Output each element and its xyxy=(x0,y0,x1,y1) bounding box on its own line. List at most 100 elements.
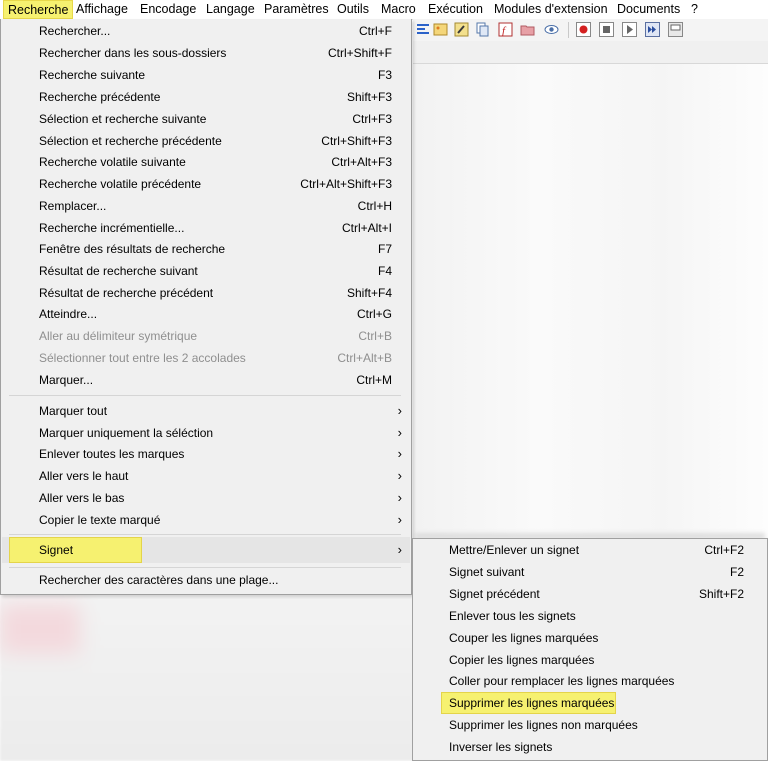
menu-item-recherche-volatile-suivante[interactable]: Recherche volatile suivante Ctrl+Alt+F3 xyxy=(2,151,410,173)
menu-item-shortcut: Ctrl+Alt+Shift+F3 xyxy=(300,177,392,191)
menu-item-resultat-precedent[interactable]: Résultat de recherche précédent Shift+F4 xyxy=(2,282,410,304)
menu-item-shortcut: Shift+F4 xyxy=(346,286,392,300)
save-macro-icon[interactable] xyxy=(668,22,683,37)
submenu-item-supprimer-lignes-marquees[interactable]: Supprimer les lignes marquées xyxy=(414,692,766,714)
menu-item-label: Aller vers le bas xyxy=(39,491,125,505)
tab-bar xyxy=(413,41,768,64)
pen-icon[interactable] xyxy=(454,22,469,37)
fast-forward-icon[interactable] xyxy=(645,22,660,37)
menu-item-shortcut: Ctrl+Alt+I xyxy=(341,221,392,235)
menu-item-delimiteur-symetrique: Aller au délimiteur symétrique Ctrl+B xyxy=(2,325,410,347)
menu-item-label: Signet précédent xyxy=(449,587,540,601)
folder-icon[interactable] xyxy=(520,22,535,37)
menu-item-label: Coller pour remplacer les lignes marquée… xyxy=(449,674,675,688)
menu-item-rechercher-plage[interactable]: Rechercher des caractères dans une plage… xyxy=(2,569,410,591)
chevron-right-icon: › xyxy=(397,542,402,557)
eye-icon[interactable] xyxy=(544,22,559,37)
menu-item-shortcut: Ctrl+Alt+F3 xyxy=(331,155,392,169)
chevron-right-icon: › xyxy=(397,490,402,505)
menu-execution[interactable]: Exécution xyxy=(428,0,483,19)
menu-item-label: Aller au délimiteur symétrique xyxy=(39,329,198,343)
menu-item-selection-recherche-suivante[interactable]: Sélection et recherche suivante Ctrl+F3 xyxy=(2,108,410,130)
menu-item-label: Supprimer les lignes marquées xyxy=(449,696,615,710)
submenu-item-signet-suivant[interactable]: Signet suivant F2 xyxy=(414,561,766,583)
menu-item-label: Fenêtre des résultats de recherche xyxy=(39,242,226,256)
menu-item-marquer-tout[interactable]: Marquer tout › xyxy=(2,400,410,422)
menu-item-aller-haut[interactable]: Aller vers le haut › xyxy=(2,465,410,487)
menu-item-remplacer[interactable]: Remplacer... Ctrl+H xyxy=(2,195,410,217)
play-icon[interactable] xyxy=(622,22,637,37)
record-icon[interactable] xyxy=(576,22,591,37)
menu-item-recherche-volatile-precedente[interactable]: Recherche volatile précédente Ctrl+Alt+Sh… xyxy=(2,173,410,195)
menu-item-marquer[interactable]: Marquer... Ctrl+M xyxy=(2,369,410,391)
menu-item-recherche-precedente[interactable]: Recherche précédente Shift+F3 xyxy=(2,86,410,108)
menu-item-label: Résultat de recherche précédent xyxy=(39,286,214,300)
menu-outils[interactable]: Outils xyxy=(337,0,369,19)
menu-item-label: Résultat de recherche suivant xyxy=(39,264,198,278)
menu-parametres[interactable]: Paramètres xyxy=(264,0,329,19)
stop-icon[interactable] xyxy=(599,22,614,37)
menu-item-label: Signet xyxy=(39,543,74,557)
menu-item-shortcut: Ctrl+F3 xyxy=(352,112,392,126)
submenu-item-supprimer-non-marquees[interactable]: Supprimer les lignes non marquées xyxy=(414,714,766,736)
menu-separator xyxy=(9,567,401,568)
submenu-item-enlever-signets[interactable]: Enlever tous les signets xyxy=(414,605,766,627)
menu-item-enlever-marques[interactable]: Enlever toutes les marques › xyxy=(2,443,410,465)
menu-langage[interactable]: Langage xyxy=(206,0,255,19)
signet-highlight xyxy=(9,537,142,563)
submenu-item-signet-precedent[interactable]: Signet précédent Shift+F2 xyxy=(414,583,766,605)
menu-item-recherche-incrementielle[interactable]: Recherche incrémentielle... Ctrl+Alt+I xyxy=(2,217,410,239)
function-icon[interactable]: f xyxy=(498,22,513,37)
chevron-right-icon: › xyxy=(397,468,402,483)
menu-item-label: Aller vers le haut xyxy=(39,469,129,483)
menu-item-rechercher-sous-dossiers[interactable]: Rechercher dans les sous-dossiers Ctrl+Sh… xyxy=(2,42,410,64)
menu-item-shortcut: F2 xyxy=(729,565,744,579)
menu-item-shortcut: F3 xyxy=(377,68,392,82)
menu-item-label: Mettre/Enlever un signet xyxy=(449,543,580,557)
menu-macro[interactable]: Macro xyxy=(381,0,416,19)
menu-item-label: Recherche précédente xyxy=(39,90,161,104)
menu-help[interactable]: ? xyxy=(691,0,698,19)
menu-item-label: Rechercher... xyxy=(39,24,111,38)
menu-bar: Recherche Affichage Encodage Langage Par… xyxy=(0,0,768,20)
menu-item-label: Marquer... xyxy=(39,373,94,387)
menu-item-resultat-suivant[interactable]: Résultat de recherche suivant F4 xyxy=(2,260,410,282)
submenu-item-coller-remplacer[interactable]: Coller pour remplacer les lignes marquée… xyxy=(414,670,766,692)
submenu-item-inverser-signets[interactable]: Inverser les signets xyxy=(414,736,766,758)
menu-item-copier-texte-marque[interactable]: Copier le texte marqué › xyxy=(2,509,410,531)
menu-documents[interactable]: Documents xyxy=(617,0,680,19)
menu-affichage[interactable]: Affichage xyxy=(76,0,128,19)
menu-separator xyxy=(9,395,401,396)
menu-item-recherche-suivante[interactable]: Recherche suivante F3 xyxy=(2,64,410,86)
menu-separator xyxy=(9,534,401,535)
align-icon[interactable] xyxy=(416,22,431,37)
menu-item-label: Couper les lignes marquées xyxy=(449,631,599,645)
chevron-right-icon: › xyxy=(397,425,402,440)
submenu-item-mettre-enlever-signet[interactable]: Mettre/Enlever un signet Ctrl+F2 xyxy=(414,539,766,561)
menu-recherche[interactable]: Recherche xyxy=(3,0,74,19)
menu-item-label: Recherche volatile suivante xyxy=(39,155,186,169)
menu-item-aller-bas[interactable]: Aller vers le bas › xyxy=(2,487,410,509)
menu-item-fenetre-resultats[interactable]: Fenêtre des résultats de recherche F7 xyxy=(2,238,410,260)
menu-item-shortcut: F4 xyxy=(377,264,392,278)
menu-item-rechercher[interactable]: Rechercher... Ctrl+F xyxy=(2,20,410,42)
copy-icon[interactable] xyxy=(475,22,490,37)
menu-item-shortcut: F7 xyxy=(377,242,392,256)
menu-item-marquer-selection[interactable]: Marquer uniquement la séléction › xyxy=(2,422,410,444)
menu-item-shortcut: Ctrl+G xyxy=(356,307,392,321)
chevron-right-icon: › xyxy=(397,512,402,527)
menu-item-label: Supprimer les lignes non marquées xyxy=(449,718,638,732)
submenu-item-copier-lignes[interactable]: Copier les lignes marquées xyxy=(414,649,766,671)
menu-item-signet[interactable]: Signet › xyxy=(2,537,410,563)
menu-item-selection-recherche-precedente[interactable]: Sélection et recherche précédente Ctrl+Sh… xyxy=(2,130,410,152)
image-icon[interactable] xyxy=(433,22,448,37)
menu-modules[interactable]: Modules d'extension xyxy=(494,0,608,19)
bookmark-submenu: Mettre/Enlever un signet Ctrl+F2 Signet s… xyxy=(412,538,768,761)
menu-item-shortcut: Ctrl+Shift+F3 xyxy=(321,134,392,148)
menu-item-atteindre[interactable]: Atteindre... Ctrl+G xyxy=(2,303,410,325)
toolbar: f xyxy=(413,19,768,41)
menu-encodage[interactable]: Encodage xyxy=(140,0,196,19)
menu-item-label: Recherche suivante xyxy=(39,68,146,82)
menu-item-label: Sélection et recherche précédente xyxy=(39,134,222,148)
submenu-item-couper-lignes[interactable]: Couper les lignes marquées xyxy=(414,627,766,649)
